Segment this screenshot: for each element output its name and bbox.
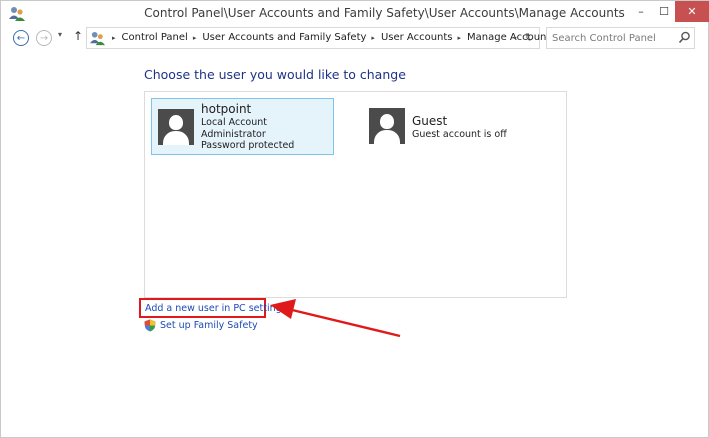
minimize-button[interactable]: – — [629, 1, 653, 22]
breadcrumb-separator-icon[interactable]: ▸ — [458, 34, 462, 42]
address-dropdown-icon[interactable]: ⌄ — [511, 32, 519, 42]
annotation-arrow — [270, 299, 401, 338]
user-account-type: Local Account — [201, 117, 267, 128]
user-name: hotpoint — [201, 102, 252, 116]
search-input[interactable] — [552, 31, 670, 45]
control-panel-window: Control Panel\User Accounts and Family S… — [0, 0, 709, 438]
forward-arrow-icon: → — [39, 32, 49, 44]
forward-button[interactable]: → — [36, 30, 52, 46]
back-button[interactable]: ← — [13, 30, 29, 46]
user-tile-hotpoint[interactable]: hotpoint Local Account Administrator Pas… — [151, 98, 334, 155]
user-info: hotpoint Local Account Administrator Pas… — [201, 103, 294, 152]
breadcrumb-user-accounts-family-safety[interactable]: User Accounts and Family Safety — [202, 32, 366, 43]
family-safety-link[interactable]: Set up Family Safety — [160, 320, 258, 331]
breadcrumb-separator-icon[interactable]: ▸ — [112, 34, 116, 42]
user-role: Administrator — [201, 128, 266, 140]
maximize-button[interactable]: ☐ — [653, 1, 675, 22]
user-status: Guest account is off — [412, 129, 507, 140]
user-silhouette-icon — [158, 109, 194, 145]
up-arrow-icon: ↑ — [73, 29, 84, 43]
family-safety-link-row[interactable]: Set up Family Safety — [144, 319, 258, 332]
breadcrumb-separator-icon[interactable]: ▸ — [371, 34, 375, 42]
user-name: Guest — [412, 114, 448, 128]
user-silhouette-icon — [369, 108, 405, 144]
breadcrumb: ▸ Control Panel ▸ User Accounts and Fami… — [107, 32, 556, 43]
title-bar[interactable]: Control Panel\User Accounts and Family S… — [1, 1, 709, 27]
search-box[interactable] — [546, 27, 695, 49]
recent-locations-button[interactable]: ▾ — [58, 30, 62, 39]
address-bar[interactable]: ▸ Control Panel ▸ User Accounts and Fami… — [86, 27, 556, 49]
breadcrumb-user-accounts[interactable]: User Accounts — [381, 32, 453, 43]
refresh-icon[interactable]: ↻ — [525, 31, 534, 44]
close-button[interactable]: ✕ — [675, 1, 709, 22]
window-title: Control Panel\User Accounts and Family S… — [144, 6, 625, 20]
close-icon: ✕ — [687, 5, 697, 18]
chevron-down-icon: ▾ — [58, 30, 63, 39]
search-icon[interactable] — [678, 31, 691, 44]
up-button[interactable]: ↑ — [73, 29, 83, 43]
shield-icon — [144, 319, 156, 332]
navigation-bar: ← → ▾ ↑ ▸ Control Panel ▸ User Accounts … — [1, 27, 708, 49]
maximize-icon: ☐ — [659, 5, 669, 18]
breadcrumb-control-panel[interactable]: Control Panel — [122, 32, 188, 43]
user-info: Guest Guest account is off — [412, 115, 507, 141]
back-arrow-icon: ← — [16, 32, 26, 44]
user-accounts-icon — [90, 31, 105, 46]
user-tile-guest[interactable]: Guest Guest account is off — [365, 102, 535, 150]
user-list: hotpoint Local Account Administrator Pas… — [144, 91, 567, 298]
user-password-status: Password protected — [201, 140, 295, 151]
add-user-highlight: Add a new user in PC settings — [139, 298, 287, 318]
page-title: Choose the user you would like to change — [144, 67, 406, 82]
breadcrumb-separator-icon[interactable]: ▸ — [193, 34, 197, 42]
minimize-icon: – — [638, 5, 644, 18]
